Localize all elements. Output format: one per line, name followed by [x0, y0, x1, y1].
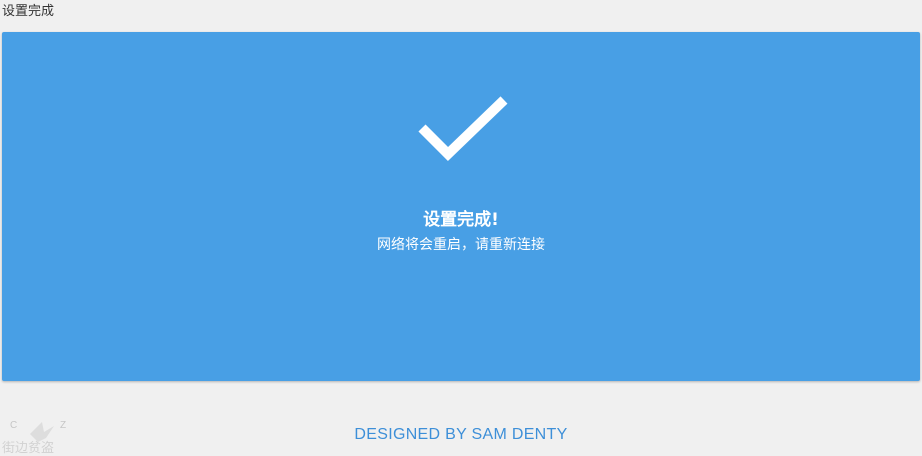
svg-text:街边贫盗: 街边贫盗	[2, 440, 54, 456]
svg-text:Z: Z	[60, 420, 66, 431]
svg-text:C: C	[10, 420, 17, 431]
page: 设置完成 设置完成! 网络将会重启，请重新连接 DESIGNED BY SAM …	[0, 0, 922, 456]
page-title: 设置完成	[2, 4, 55, 19]
footer-credit: DESIGNED BY SAM DENTY	[354, 426, 568, 443]
status-panel: 设置完成! 网络将会重启，请重新连接	[2, 32, 920, 381]
success-title: 设置完成!	[423, 210, 499, 230]
watermark-logo: C Z 街边贫盗	[2, 420, 66, 456]
success-message: 网络将会重启，请重新连接	[377, 237, 545, 253]
checkmark-icon	[418, 96, 508, 162]
